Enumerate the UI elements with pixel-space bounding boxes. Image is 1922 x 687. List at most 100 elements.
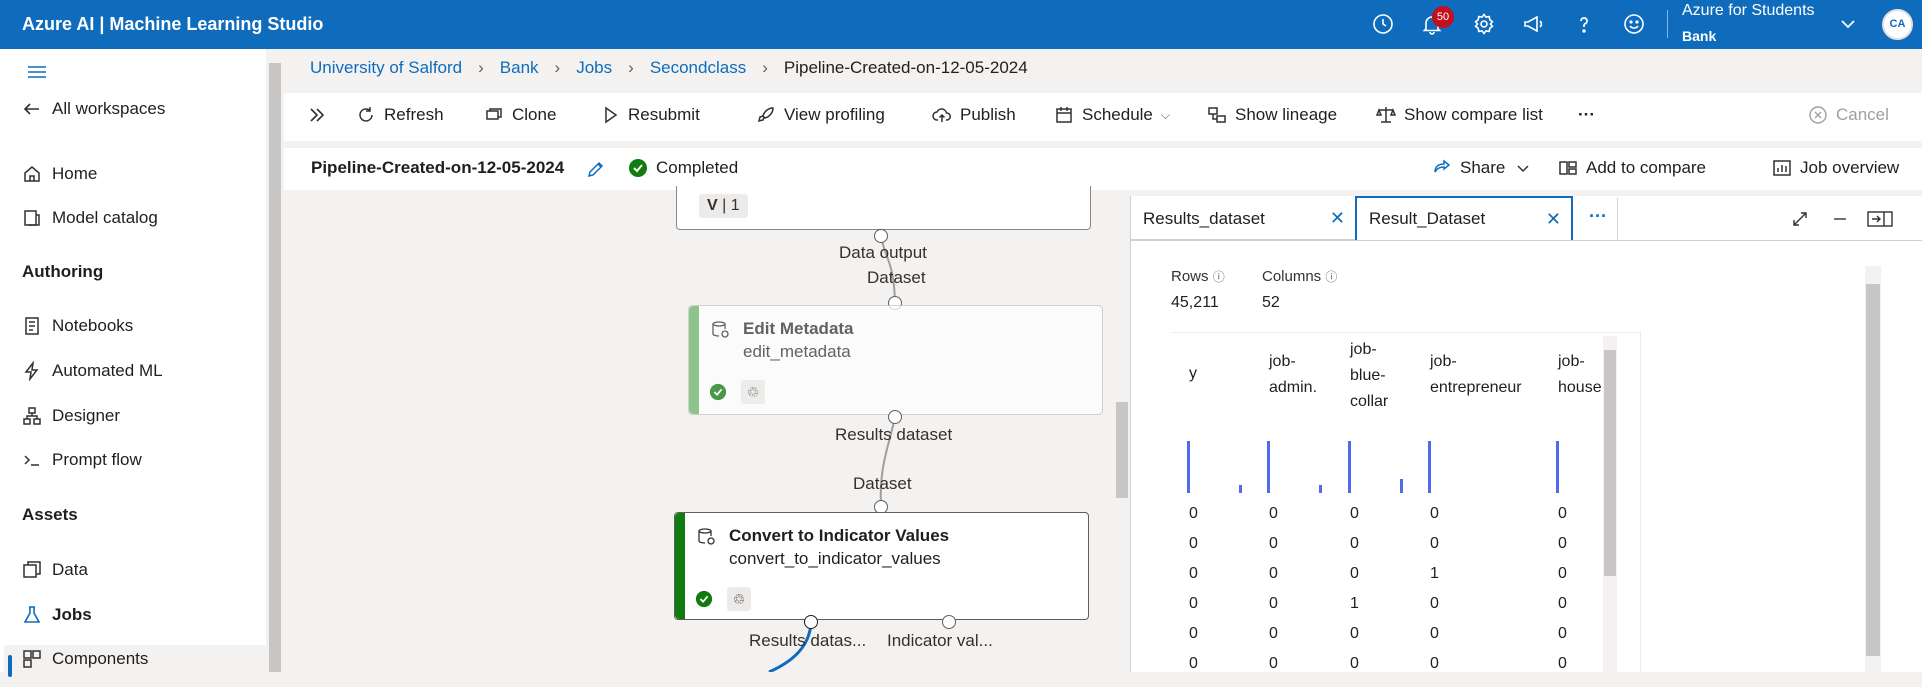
pencil-icon[interactable] bbox=[586, 159, 606, 184]
output-port-indicator[interactable] bbox=[942, 615, 956, 629]
help-icon[interactable] bbox=[1572, 12, 1596, 36]
expand-icon[interactable] bbox=[1791, 210, 1809, 233]
catalog-icon bbox=[24, 210, 40, 226]
table-cell: 0 bbox=[1189, 535, 1198, 552]
job-overview-button[interactable]: Job overview bbox=[1772, 158, 1899, 178]
app-title[interactable]: Azure AI | Machine Learning Studio bbox=[22, 14, 323, 35]
more-button[interactable]: ··· bbox=[1578, 105, 1595, 125]
column-header[interactable]: job- admin. bbox=[1269, 349, 1317, 401]
table-cell: 0 bbox=[1189, 565, 1198, 582]
cancel-label: Cancel bbox=[1836, 105, 1889, 124]
sidebar-item-jobs[interactable]: Jobs bbox=[22, 605, 92, 625]
sidebar-item-label: Jobs bbox=[52, 605, 92, 624]
column-header[interactable]: job- blue- collar bbox=[1350, 337, 1388, 415]
hamburger-icon[interactable] bbox=[26, 61, 48, 88]
sidebar-item-notebooks[interactable]: Notebooks bbox=[22, 316, 133, 336]
panel-scrollbar[interactable] bbox=[1865, 266, 1881, 672]
expand-button[interactable] bbox=[307, 105, 327, 125]
sidebar-item-all-workspaces[interactable]: All workspaces bbox=[22, 99, 165, 119]
sidebar-item-home[interactable]: Home bbox=[22, 164, 97, 184]
output-port-results[interactable] bbox=[804, 615, 818, 629]
info-icon: ⓘ bbox=[1325, 270, 1338, 284]
sidebar-item-automated-ml[interactable]: Automated ML bbox=[22, 361, 163, 381]
table-cell: 0 bbox=[1558, 565, 1567, 582]
port-label: Indicator val... bbox=[887, 631, 993, 650]
sidebar-item-label: Automated ML bbox=[52, 361, 163, 380]
scrollbar-thumb[interactable] bbox=[1604, 350, 1616, 576]
arrow-left-icon bbox=[23, 103, 39, 115]
top-bar: Azure AI | Machine Learning Studio 50 Az… bbox=[0, 0, 1922, 49]
show-compare-list-label: Show compare list bbox=[1404, 105, 1543, 124]
scrollbar-thumb[interactable] bbox=[269, 63, 281, 672]
close-icon[interactable]: ✕ bbox=[1330, 208, 1345, 229]
avatar[interactable]: CA bbox=[1882, 9, 1913, 40]
sidebar-item-prompt-flow[interactable]: Prompt flow bbox=[22, 450, 142, 470]
clock-icon[interactable] bbox=[1371, 12, 1395, 36]
publish-button[interactable]: Publish bbox=[932, 105, 1016, 125]
check-circle-icon bbox=[709, 383, 727, 401]
tab-results-dataset[interactable]: Results_dataset ✕ bbox=[1131, 198, 1355, 240]
show-compare-list-button[interactable]: Show compare list bbox=[1376, 105, 1543, 125]
edit-metadata-node[interactable]: Edit Metadata edit_metadata ♲ bbox=[688, 305, 1103, 415]
add-to-compare-button[interactable]: Add to compare bbox=[1558, 158, 1706, 178]
resubmit-button[interactable]: Resubmit bbox=[600, 105, 700, 125]
table-cell: 0 bbox=[1430, 505, 1439, 522]
sidebar-item-components[interactable]: Components bbox=[22, 649, 148, 669]
clone-button[interactable]: Clone bbox=[484, 105, 556, 125]
breadcrumb-experiment[interactable]: Secondclass bbox=[650, 58, 746, 78]
data-grid[interactable]: y job- admin. job- blue- collar job- entrep… bbox=[1171, 332, 1641, 672]
refresh-button[interactable]: Refresh bbox=[356, 105, 444, 125]
account-directory[interactable]: Bank bbox=[1682, 28, 1716, 44]
node-subtitle: convert_to_indicator_values bbox=[729, 549, 941, 568]
scrollbar-thumb[interactable] bbox=[1866, 284, 1880, 656]
tabs-more-button[interactable]: ··· bbox=[1589, 206, 1607, 227]
minimize-icon[interactable] bbox=[1831, 210, 1849, 233]
table-cell: 0 bbox=[1189, 505, 1198, 522]
sidebar-scrollbar[interactable] bbox=[266, 49, 284, 672]
canvas-scrollbar-thumb[interactable] bbox=[1116, 402, 1128, 498]
column-header[interactable]: job- entrepreneur bbox=[1430, 349, 1522, 401]
divider bbox=[1667, 10, 1668, 38]
sidebar-item-model-catalog[interactable]: Model catalog bbox=[22, 208, 158, 228]
calendar-icon bbox=[1056, 107, 1072, 123]
smiley-icon[interactable] bbox=[1622, 12, 1646, 36]
output-port[interactable] bbox=[888, 410, 902, 424]
breadcrumb-bank[interactable]: Bank bbox=[500, 58, 539, 78]
sidebar-item-data[interactable]: Data bbox=[22, 560, 88, 580]
breadcrumb-workspace[interactable]: University of Salford bbox=[310, 58, 462, 78]
view-profiling-button[interactable]: View profiling bbox=[756, 105, 885, 125]
histogram-bar bbox=[1348, 441, 1351, 493]
sidebar-item-designer[interactable]: Designer bbox=[22, 406, 120, 426]
publish-label: Publish bbox=[960, 105, 1016, 124]
megaphone-icon[interactable] bbox=[1522, 12, 1546, 36]
gear-icon[interactable] bbox=[1472, 12, 1496, 36]
schedule-button[interactable]: Schedule ⌵ bbox=[1054, 105, 1170, 125]
sidebar-item-label: Components bbox=[52, 649, 149, 668]
grid-scrollbar[interactable] bbox=[1603, 336, 1617, 672]
breadcrumb-jobs[interactable]: Jobs bbox=[576, 58, 612, 78]
port-label: Results datas... bbox=[749, 631, 867, 650]
close-icon[interactable]: ✕ bbox=[1546, 209, 1561, 230]
database-gear-icon bbox=[698, 528, 715, 545]
tab-result-dataset[interactable]: Result_Dataset ✕ bbox=[1355, 196, 1573, 240]
refresh-label: Refresh bbox=[384, 105, 444, 124]
column-header[interactable]: job- house bbox=[1558, 349, 1602, 401]
share-button[interactable]: Share bbox=[1432, 158, 1533, 178]
chevron-down-icon[interactable] bbox=[1836, 12, 1860, 36]
cancel-button[interactable]: Cancel bbox=[1808, 105, 1889, 125]
selected-indicator bbox=[8, 655, 12, 677]
table-cell: 0 bbox=[1269, 625, 1278, 642]
column-header[interactable]: y bbox=[1189, 361, 1197, 387]
lineage-icon bbox=[1208, 107, 1226, 123]
table-cell: 0 bbox=[1350, 535, 1359, 552]
dock-icon[interactable] bbox=[1867, 210, 1893, 233]
source-node[interactable]: V | 1 bbox=[676, 186, 1091, 230]
account-name[interactable]: Azure for Students bbox=[1682, 2, 1815, 20]
convert-to-indicator-node[interactable]: Convert to Indicator Values convert_to_i… bbox=[674, 512, 1089, 620]
clone-icon bbox=[486, 108, 502, 120]
pipeline-canvas[interactable]: V | 1 Data output Dataset Edit Metadata … bbox=[284, 186, 1129, 672]
notebook-icon bbox=[25, 317, 39, 335]
port-label: Dataset bbox=[853, 474, 912, 493]
output-port[interactable] bbox=[874, 229, 888, 243]
show-lineage-button[interactable]: Show lineage bbox=[1207, 105, 1337, 125]
